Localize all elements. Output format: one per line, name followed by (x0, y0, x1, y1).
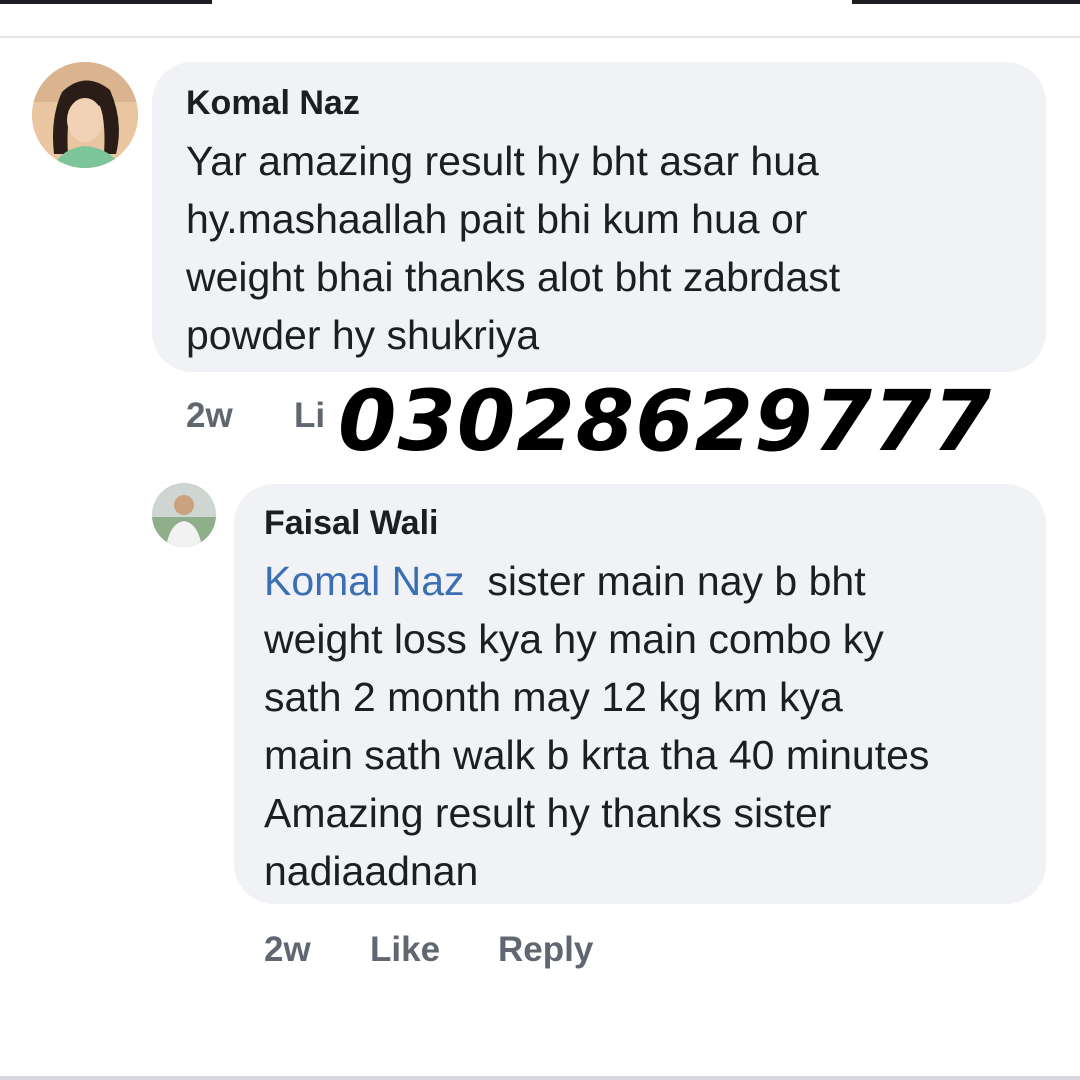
profile-photo-icon (152, 483, 216, 547)
comment-text-line: Yar amazing result hy bht asar hua (186, 138, 819, 184)
reply-text-segment: sister main nay b bht (487, 558, 866, 604)
overlay-phone-number: 03028629777 (338, 372, 992, 470)
like-link[interactable]: Li (294, 396, 325, 436)
like-link[interactable]: Like (370, 930, 440, 970)
profile-photo-icon (32, 62, 138, 168)
comment-text-line: powder hy shukriya (186, 312, 540, 358)
reply-timestamp: 2w (264, 930, 311, 969)
comment-text-line: hy.mashaallah pait bhi kum hua or (186, 196, 808, 242)
reply-author[interactable]: Faisal Wali (264, 504, 438, 543)
reply-text-line: Amazing result hy thanks sister (264, 790, 832, 836)
mention-link[interactable]: Komal Naz (264, 558, 465, 604)
reply-text-line: Komal Naz sister main nay b bht (264, 552, 929, 610)
reply-text-line: main sath walk b krta tha 40 minutes (264, 732, 930, 778)
reply-link[interactable]: Reply (498, 930, 593, 970)
reply-text-line: weight loss kya hy main combo ky (264, 616, 884, 662)
comment-text-line: weight bhai thanks alot bht zabrdast (186, 254, 841, 300)
avatar-komal-naz[interactable] (32, 62, 138, 168)
bottom-divider (0, 1076, 1080, 1080)
header-divider-right (852, 0, 1080, 4)
avatar-faisal-wali[interactable] (152, 483, 216, 547)
reply-text-line: sath 2 month may 12 kg km kya (264, 674, 843, 720)
top-cropped-header (0, 0, 1080, 38)
comment-text: Yar amazing result hy bht asar hua hy.ma… (186, 132, 840, 364)
reply-text: Komal Naz sister main nay b bht weight l… (264, 552, 929, 900)
reply-text-line: nadiaadnan (264, 848, 479, 894)
comment-timestamp: 2w (186, 396, 233, 435)
header-divider-left (0, 0, 212, 4)
comment-author[interactable]: Komal Naz (186, 84, 360, 123)
